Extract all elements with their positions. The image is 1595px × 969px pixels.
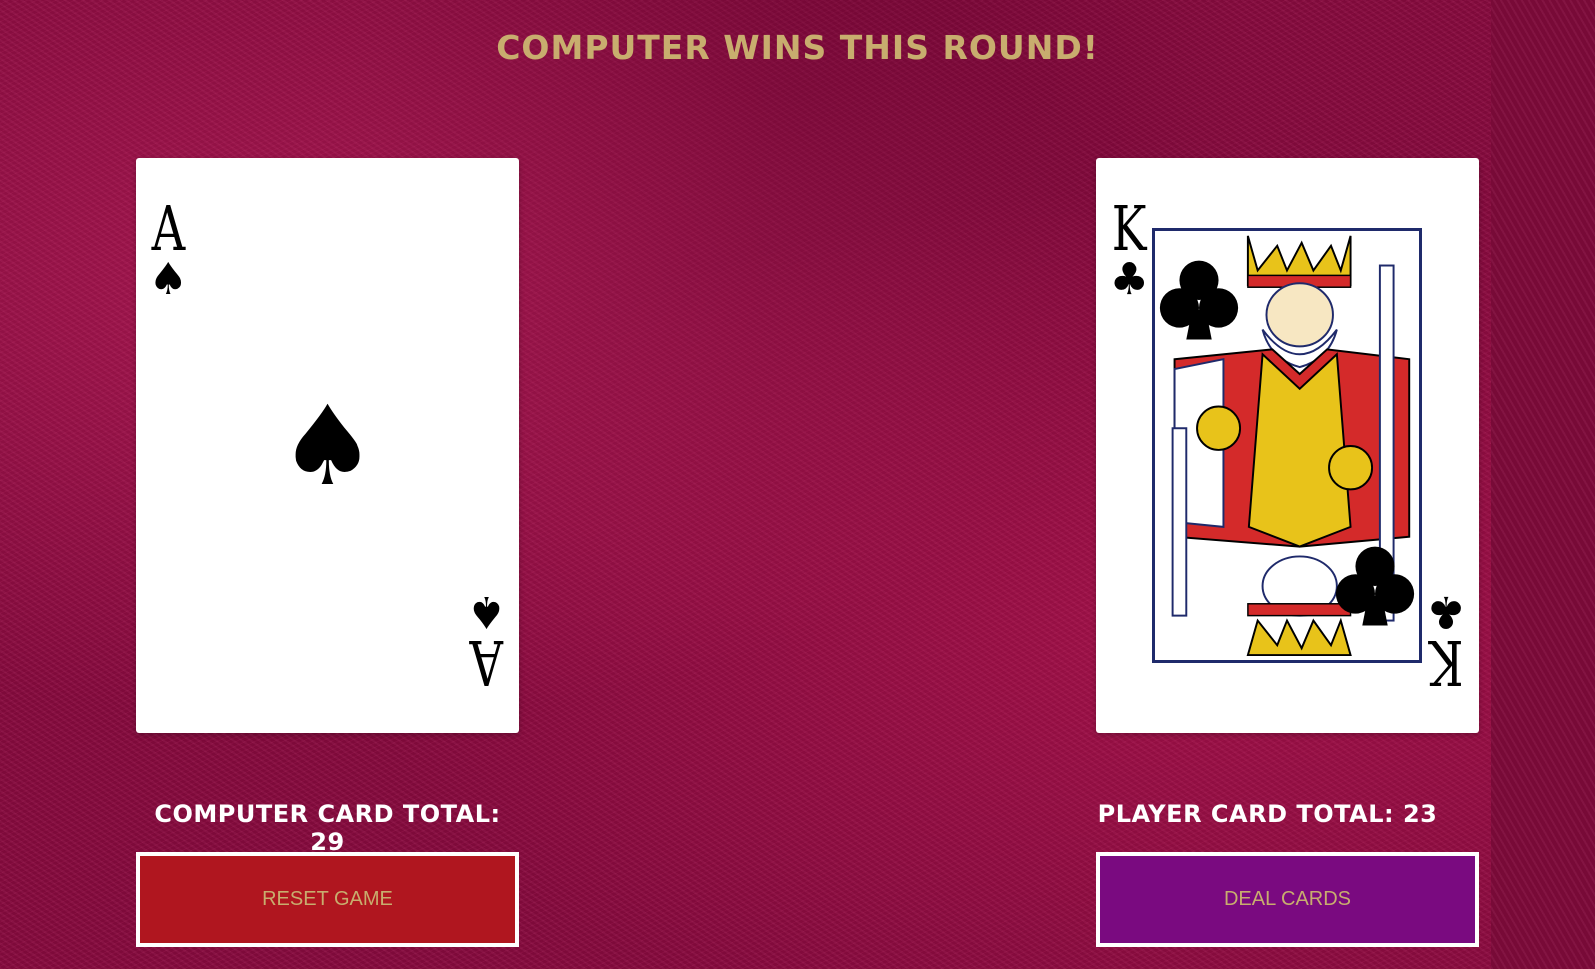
- reset-game-button[interactable]: Reset Game: [136, 852, 519, 947]
- deal-cards-button[interactable]: Deal Cards: [1096, 852, 1479, 947]
- player-card: K ♣ K ♣: [1096, 158, 1479, 733]
- computer-card-total: Computer card total: 29: [154, 800, 501, 856]
- player-card-total: Player card total: 23: [1097, 800, 1438, 828]
- spade-center-icon: ♠: [278, 381, 377, 510]
- card-corner-bottom-right: K ♣: [1423, 586, 1469, 699]
- computer-card: A ♠ ♠ A ♠: [136, 158, 519, 733]
- round-status-title: Computer wins this round!: [496, 28, 1099, 67]
- card-rank: K: [1428, 626, 1464, 699]
- card-corner-top-left: K ♣: [1106, 198, 1152, 302]
- card-rank: K: [1111, 192, 1147, 265]
- card-corner-bottom-right: A ♠: [464, 586, 509, 699]
- king-face-illustration: [1152, 228, 1422, 663]
- background-edge: [1491, 0, 1595, 969]
- card-rank: A: [469, 626, 504, 699]
